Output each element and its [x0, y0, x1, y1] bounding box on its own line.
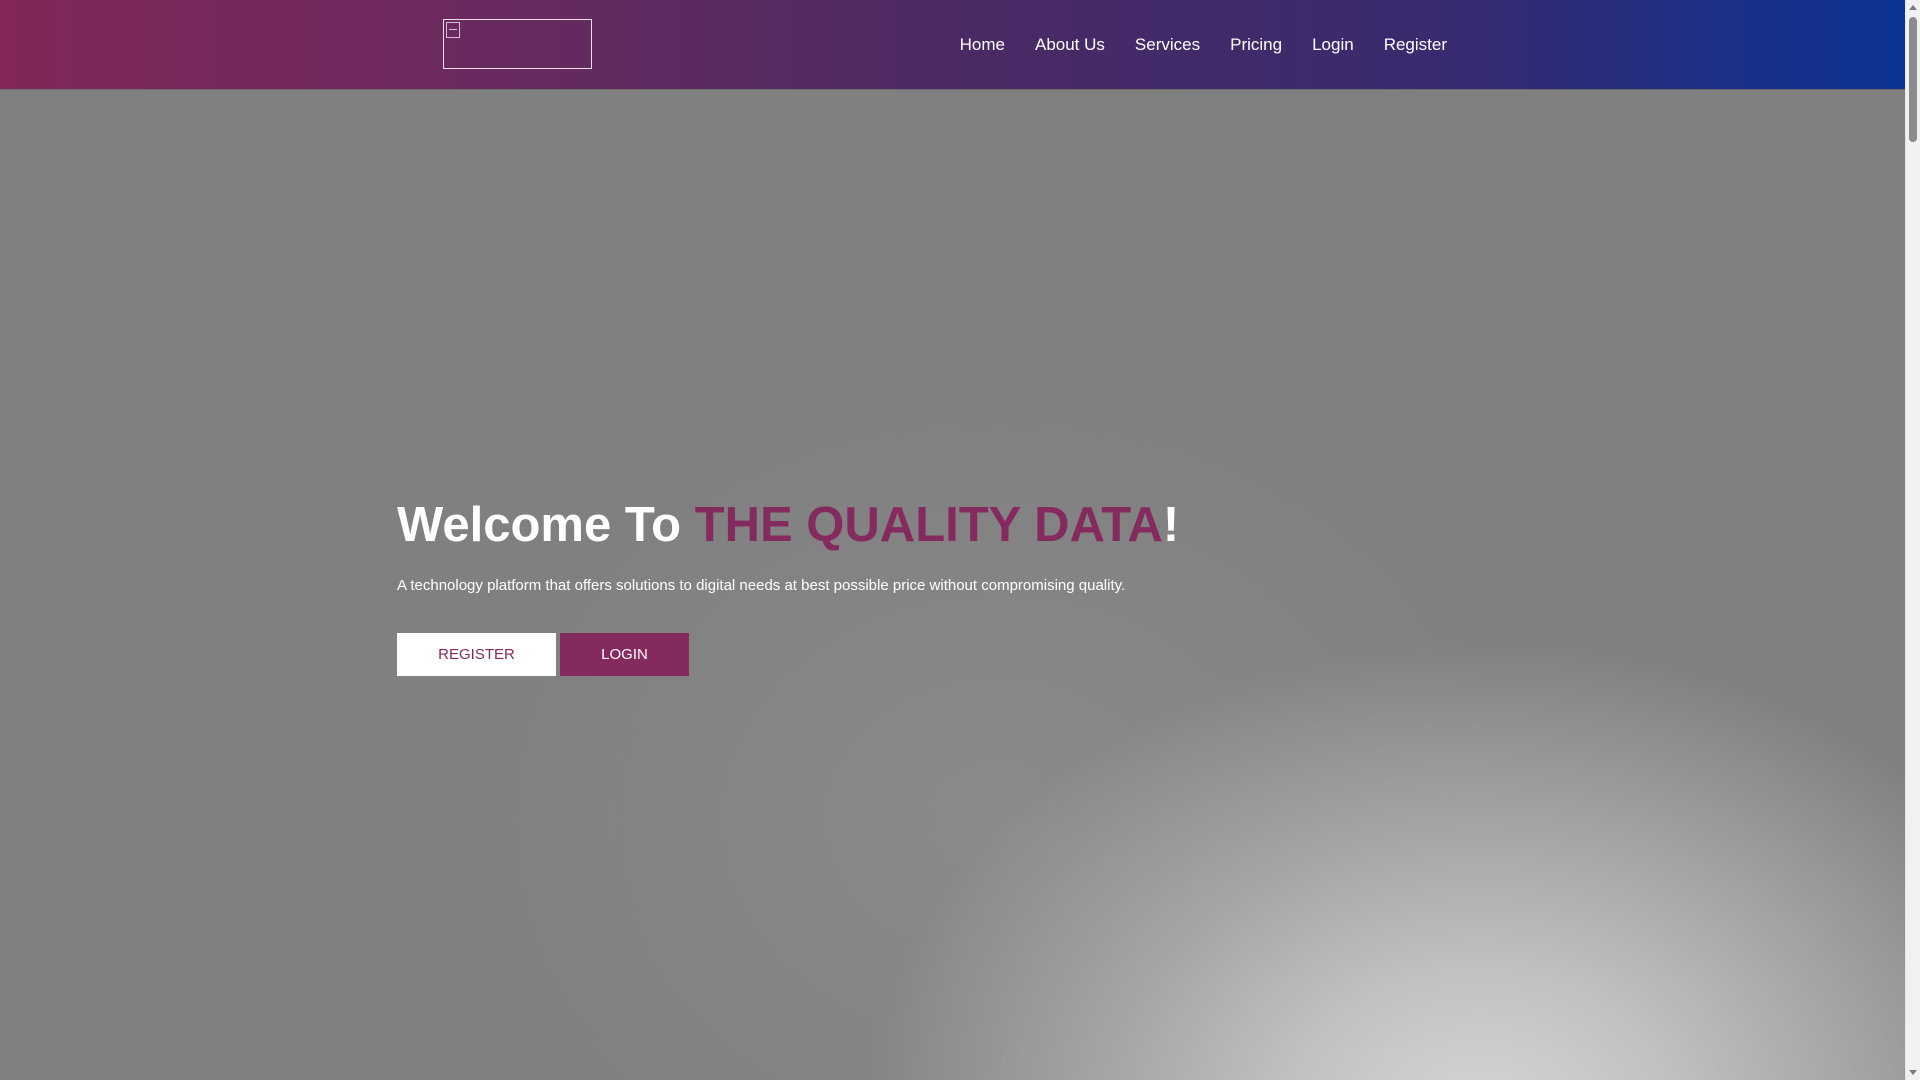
- hero-title-brand: THE QUALITY DATA: [694, 498, 1163, 552]
- hero-title-prefix: Welcome To: [397, 498, 695, 552]
- hero-actions: REGISTER LOGIN: [397, 633, 689, 676]
- page: Home About Us Services Pricing Login Reg…: [0, 0, 1920, 1080]
- hero-section: Welcome To THE QUALITY DATA! A technolog…: [397, 495, 1179, 594]
- hero-title-suffix: !: [1162, 498, 1180, 552]
- vertical-scrollbar[interactable]: [1905, 0, 1920, 1080]
- scroll-up-arrow-icon[interactable]: [1909, 5, 1917, 10]
- register-button[interactable]: REGISTER: [397, 633, 556, 676]
- login-button[interactable]: LOGIN: [560, 633, 689, 676]
- broken-image-icon: [446, 22, 460, 38]
- nav-services-link[interactable]: Services: [1135, 35, 1200, 55]
- hero-title: Welcome To THE QUALITY DATA!: [397, 495, 1179, 555]
- scrollbar-thumb[interactable]: [1909, 17, 1917, 142]
- navbar: Home About Us Services Pricing Login Reg…: [0, 0, 1905, 89]
- hero-subtitle: A technology platform that offers soluti…: [397, 577, 1126, 594]
- nav-about-link[interactable]: About Us: [1035, 35, 1105, 55]
- nav-home-link[interactable]: Home: [960, 35, 1005, 55]
- main-nav: Home About Us Services Pricing Login Reg…: [930, 0, 1447, 89]
- nav-login-link[interactable]: Login: [1312, 35, 1354, 55]
- scroll-down-arrow-icon[interactable]: [1909, 1070, 1917, 1075]
- nav-register-link[interactable]: Register: [1384, 35, 1447, 55]
- site-logo[interactable]: [443, 19, 592, 69]
- nav-pricing-link[interactable]: Pricing: [1230, 35, 1282, 55]
